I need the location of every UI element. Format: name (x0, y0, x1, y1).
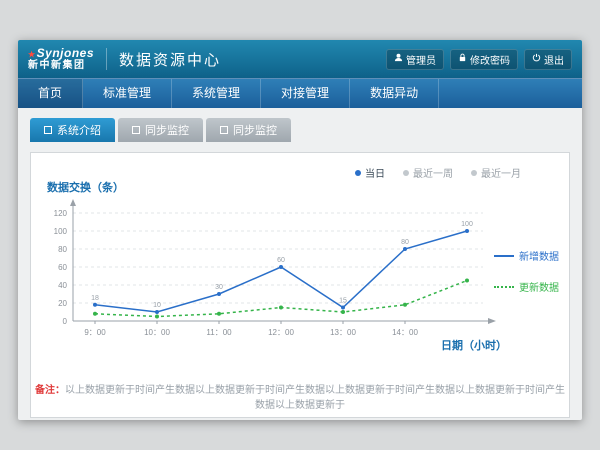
period-label: 最近一周 (413, 165, 453, 180)
tab-sync-monitor-2[interactable]: 同步监控 (206, 118, 291, 142)
svg-text:14：00: 14：00 (392, 328, 418, 337)
chart-panel: 当日 最近一周 最近一月 数据交换（条） 0204060801001209：00… (30, 152, 570, 418)
main-nav: 首页 标准管理 系统管理 对接管理 数据异动 (18, 78, 582, 108)
power-icon (532, 53, 541, 65)
svg-text:13：00: 13：00 (330, 328, 356, 337)
footnote-text: 以上数据更新于时间产生数据以上数据更新于时间产生数据以上数据更新于时间产生数据以… (65, 385, 565, 411)
svg-text:100: 100 (461, 221, 473, 228)
nav-item-data-changes[interactable]: 数据异动 (350, 79, 439, 108)
svg-text:120: 120 (54, 209, 68, 218)
nav-item-home[interactable]: 首页 (18, 79, 83, 108)
svg-text:20: 20 (58, 299, 67, 308)
grid-icon (44, 126, 52, 134)
series-label: 新增数据 (519, 248, 559, 263)
period-option-month[interactable]: 最近一月 (471, 165, 521, 180)
svg-text:11：00: 11：00 (206, 328, 232, 337)
logo-subtitle: 新中新集团 (28, 61, 94, 71)
header-divider (106, 48, 107, 70)
tab-label: 同步监控 (233, 122, 277, 138)
app-window: ★Synjones 新中新集团 数据资源中心 管理员 修改密码 退出 首页 标准… (18, 40, 582, 420)
solid-line-icon (494, 255, 514, 257)
period-option-today[interactable]: 当日 (355, 165, 385, 180)
period-label: 当日 (365, 165, 385, 180)
svg-text:80: 80 (58, 245, 67, 254)
line-chart: 0 20 40 60 80 100 120 9：00 10：00 11：00 12：00 13：00 1… (37, 193, 517, 343)
svg-text:9：00: 9：00 (84, 328, 106, 337)
grid-icon (132, 126, 140, 134)
logout-label: 退出 (544, 52, 564, 67)
x-axis-title: 日期（小时） (441, 337, 507, 353)
series-legend: 新增数据 更新数据 (494, 248, 559, 294)
footnote: 备注：以上数据更新于时间产生数据以上数据更新于时间产生数据以上数据更新于时间产生… (31, 381, 569, 411)
tab-label: 系统介绍 (57, 122, 101, 138)
svg-text:12：00: 12：00 (268, 328, 294, 337)
nav-item-connect-mgmt[interactable]: 对接管理 (261, 79, 350, 108)
svg-text:18: 18 (91, 295, 99, 302)
legend-dot-icon (471, 170, 477, 176)
tab-label: 同步监控 (145, 122, 189, 138)
svg-text:80: 80 (401, 239, 409, 246)
logo-name: ★Synjones (28, 47, 94, 59)
change-password-button[interactable]: 修改密码 (450, 49, 518, 70)
series-label: 更新数据 (519, 279, 559, 294)
legend-dot-icon (403, 170, 409, 176)
svg-text:100: 100 (54, 227, 68, 236)
tab-bar: 系统介绍 同步监控 同步监控 (30, 118, 570, 142)
tab-system-intro[interactable]: 系统介绍 (30, 118, 115, 142)
period-label: 最近一月 (481, 165, 521, 180)
logo-text: Synjones (37, 46, 94, 60)
svg-text:0: 0 (63, 317, 68, 326)
legend-item-new-data[interactable]: 新增数据 (494, 248, 559, 263)
svg-text:60: 60 (58, 263, 67, 272)
svg-text:10: 10 (153, 302, 161, 309)
tab-sync-monitor-1[interactable]: 同步监控 (118, 118, 203, 142)
logo: ★Synjones 新中新集团 (28, 47, 94, 71)
logout-button[interactable]: 退出 (524, 49, 572, 70)
admin-button[interactable]: 管理员 (386, 49, 444, 70)
content-area: 系统介绍 同步监控 同步监控 当日 最近一周 (18, 118, 582, 420)
page-title: 数据资源中心 (119, 49, 221, 70)
svg-text:60: 60 (277, 257, 285, 264)
logo-star-icon: ★ (28, 50, 36, 59)
footnote-prefix: 备注： (35, 385, 65, 396)
app-header: ★Synjones 新中新集团 数据资源中心 管理员 修改密码 退出 (18, 40, 582, 78)
dotted-line-icon (494, 286, 514, 288)
period-option-week[interactable]: 最近一周 (403, 165, 453, 180)
period-legend: 当日 最近一周 最近一月 (355, 165, 521, 180)
lock-icon (458, 53, 467, 65)
admin-button-label: 管理员 (406, 52, 436, 67)
change-password-label: 修改密码 (470, 52, 510, 67)
nav-item-standard-mgmt[interactable]: 标准管理 (83, 79, 172, 108)
header-actions: 管理员 修改密码 退出 (386, 49, 572, 70)
user-icon (394, 53, 403, 65)
legend-dot-icon (355, 170, 361, 176)
legend-item-updated-data[interactable]: 更新数据 (494, 279, 559, 294)
svg-text:15: 15 (339, 298, 347, 305)
svg-text:40: 40 (58, 281, 67, 290)
svg-text:10：00: 10：00 (144, 328, 170, 337)
svg-text:30: 30 (215, 284, 223, 291)
nav-item-system-mgmt[interactable]: 系统管理 (172, 79, 261, 108)
grid-icon (220, 126, 228, 134)
